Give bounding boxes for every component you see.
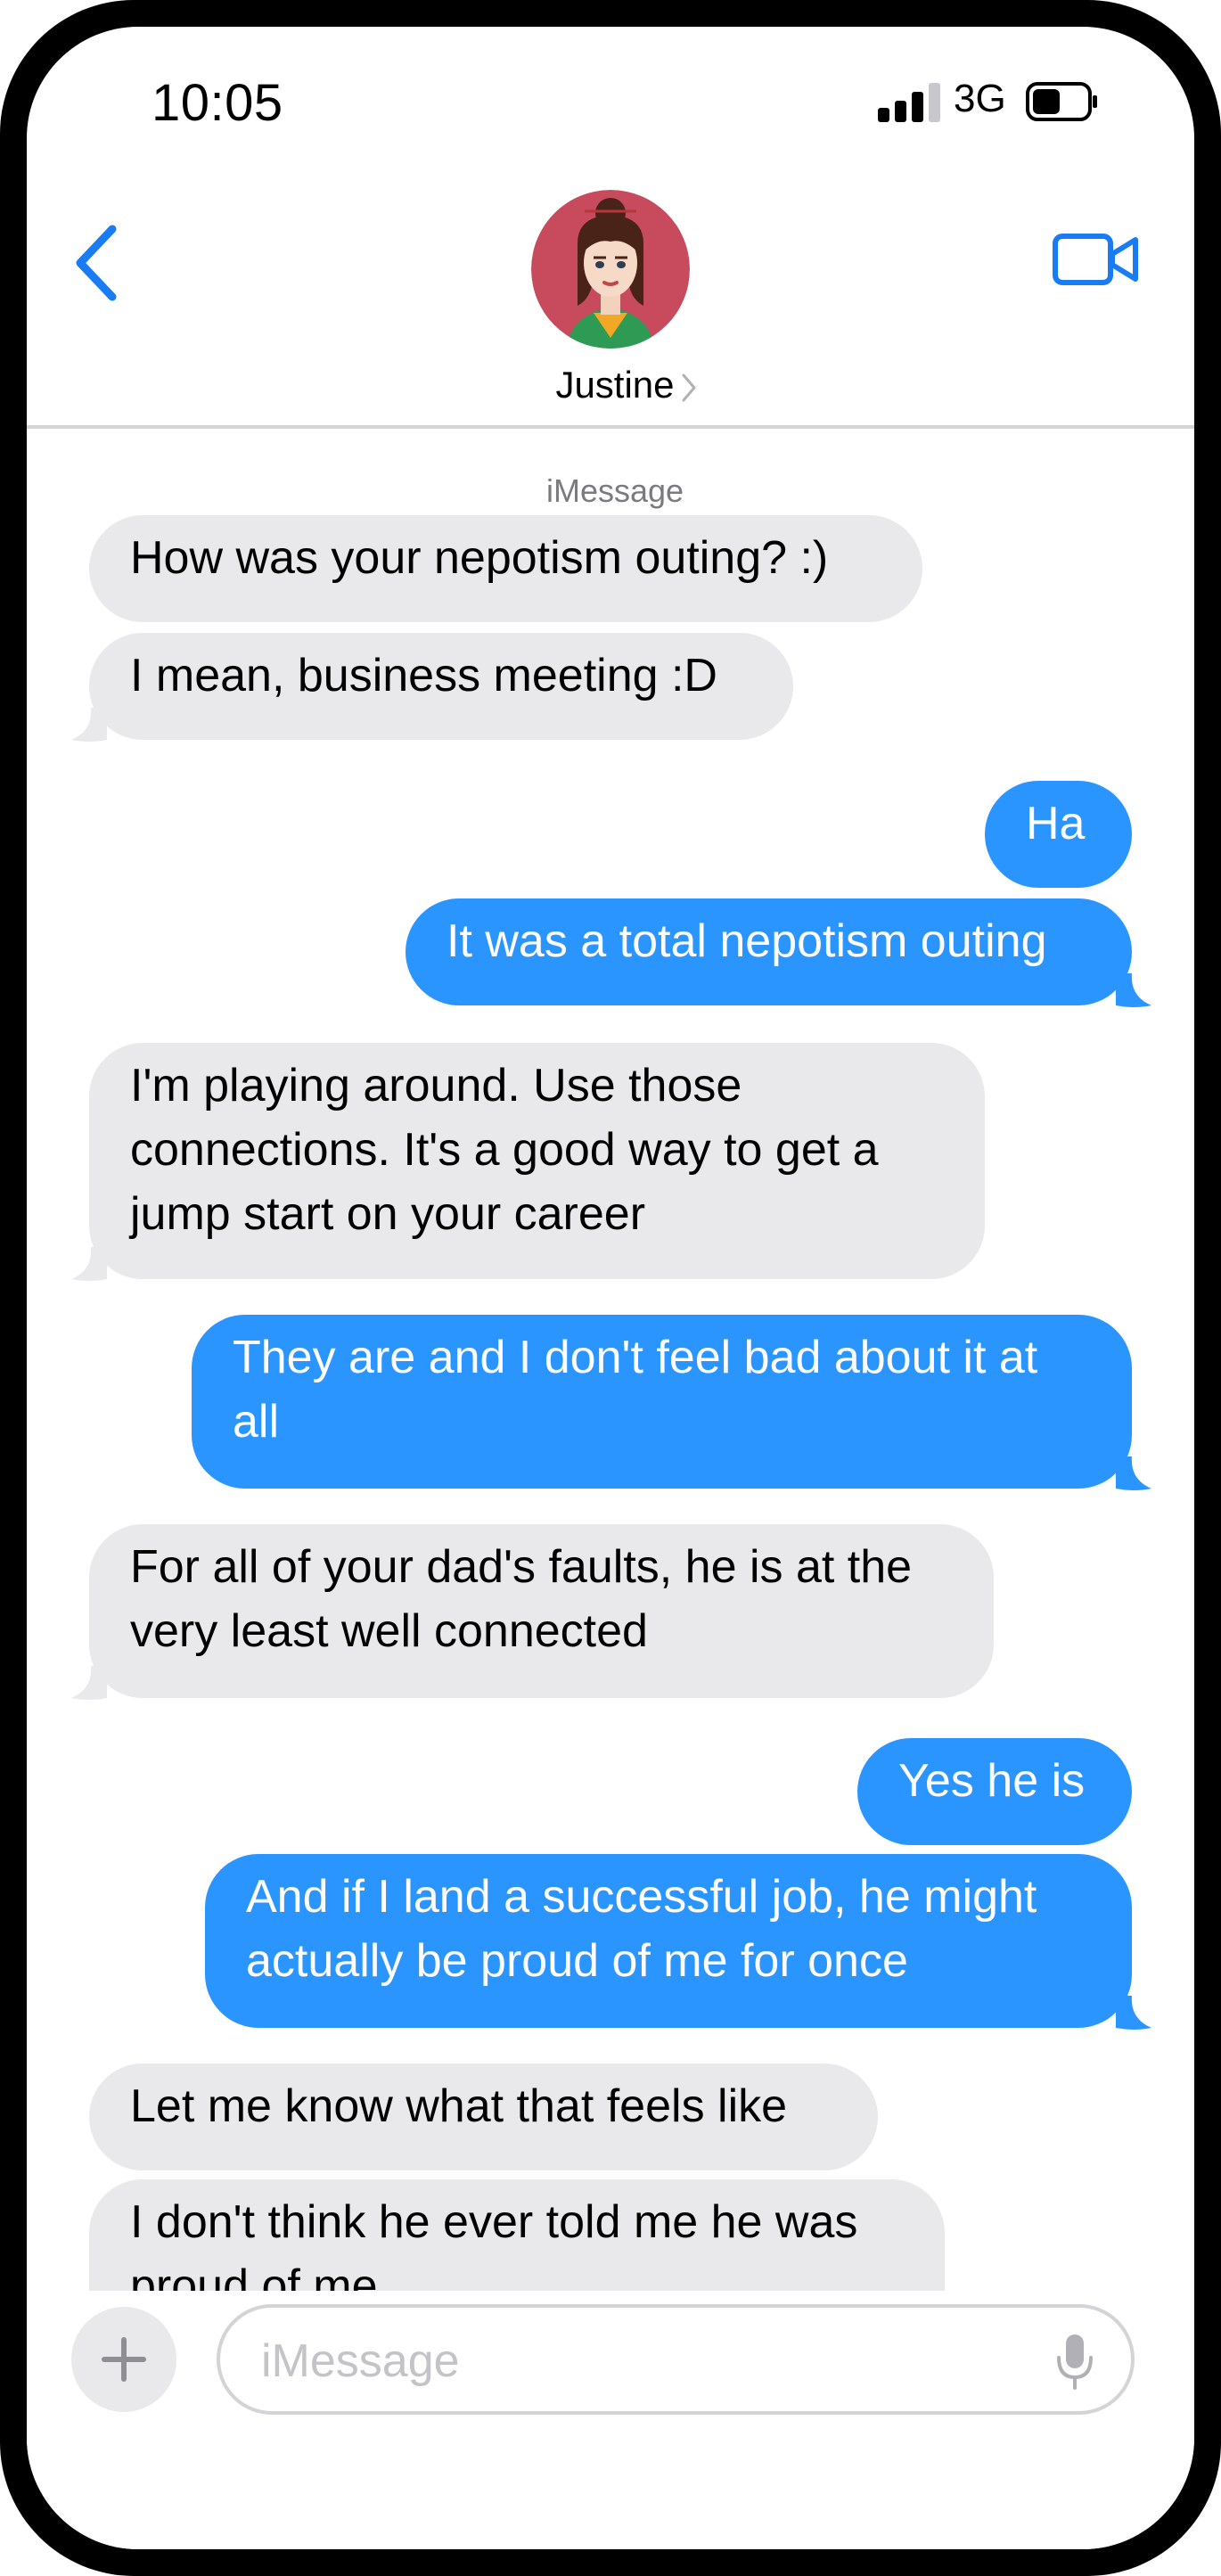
video-call-icon[interactable] (1052, 227, 1141, 291)
bubble-tail (71, 1247, 107, 1281)
contact-avatar[interactable] (531, 190, 690, 349)
message-bubble-incoming[interactable]: How was your nepotism outing? :) (89, 515, 922, 622)
message-bubble-incoming[interactable]: Let me know what that feels like (89, 2063, 878, 2170)
message-bubble-outgoing[interactable]: Yes he is (857, 1738, 1132, 1845)
chevron-right-icon[interactable] (680, 372, 698, 404)
bubble-tail (1116, 1456, 1151, 1490)
message-bubble-outgoing[interactable]: Ha (985, 781, 1132, 888)
status-time: 10:05 (152, 74, 283, 132)
service-label: iMessage (545, 472, 684, 509)
header-divider (27, 425, 1194, 429)
message-bubble-incoming[interactable]: I mean, business meeting :D (89, 633, 793, 740)
message-input-placeholder: iMessage (261, 2335, 460, 2387)
message-bubble-outgoing[interactable]: It was a total nepotism outing (406, 898, 1132, 1005)
back-chevron-icon[interactable] (70, 218, 123, 308)
bubble-tail (71, 1666, 107, 1700)
message-bubble-outgoing[interactable]: They are and I don't feel bad about it a… (192, 1315, 1132, 1489)
microphone-icon[interactable] (1053, 2333, 1096, 2391)
message-bubble-incoming[interactable]: I'm playing around. Use those connection… (89, 1043, 985, 1279)
messages-screen: 10:05 3G Justine iMessage How was your n… (27, 27, 1194, 2549)
apps-plus-button[interactable] (71, 2307, 176, 2412)
battery-icon (1026, 82, 1097, 121)
phone-frame: 10:05 3G Justine iMessage How was your n… (0, 0, 1221, 2576)
bubble-tail (71, 708, 107, 742)
bubble-tail (1116, 973, 1151, 1007)
network-type: 3G (954, 77, 1006, 120)
message-bubble-outgoing[interactable]: And if I land a successful job, he might… (205, 1854, 1132, 2028)
message-input[interactable]: iMessage (217, 2304, 1135, 2415)
cellular-signal-icon (878, 83, 942, 122)
message-bubble-incoming[interactable]: For all of your dad's faults, he is at t… (89, 1524, 994, 1698)
bubble-tail (1116, 1996, 1151, 2030)
plus-icon (102, 2337, 146, 2382)
